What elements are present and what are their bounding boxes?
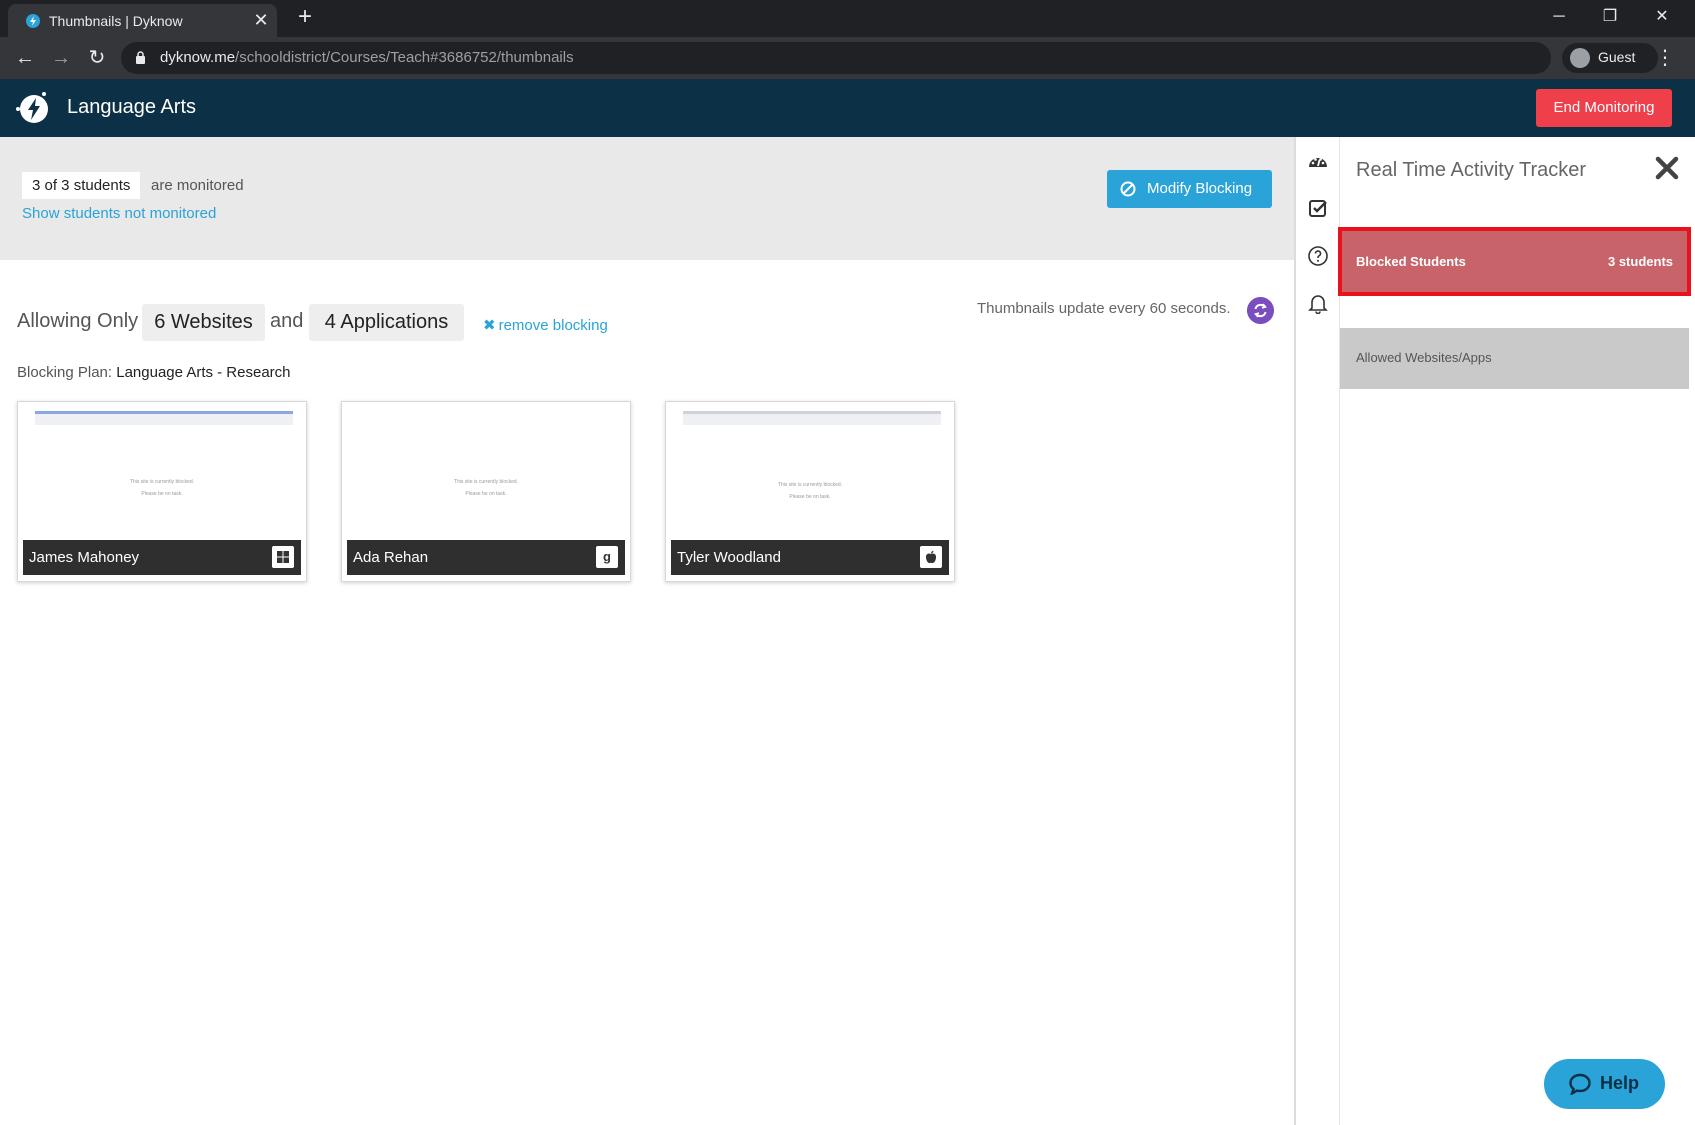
thumbnail-mini-browser — [683, 411, 941, 425]
refresh-icon[interactable] — [1247, 297, 1274, 324]
activity-tracker-panel: Real Time Activity Tracker Blocked Stude… — [1338, 137, 1695, 1125]
new-tab-icon[interactable]: + — [293, 5, 317, 30]
browser-tabstrip: Thumbnails | Dyknow ✕ + ─ ❐ ✕ — [0, 0, 1695, 37]
remove-blocking-link[interactable]: ✖ remove blocking — [483, 316, 608, 334]
blocking-plan: Blocking Plan: Language Arts - Research — [17, 364, 291, 381]
address-bar[interactable]: dyknow.me/schooldistrict/Courses/Teach#3… — [121, 42, 1551, 74]
student-name: James Mahoney — [29, 549, 140, 566]
thumbnail-task-text: Please be on task. — [141, 491, 183, 497]
restore-icon[interactable]: ❐ — [1586, 2, 1634, 32]
thumbnail-blocked-text: This site is currently blocked. — [129, 479, 195, 485]
apple-icon — [920, 546, 942, 568]
thumbnail-screen: This site is currently blocked. Please b… — [671, 407, 949, 540]
blocked-students-label: Blocked Students — [1356, 254, 1466, 269]
url-host: dyknow.me — [160, 49, 236, 66]
forward-icon[interactable]: → — [48, 45, 74, 71]
help-question-icon[interactable] — [1307, 245, 1329, 267]
url-path: /schooldistrict/Courses/Teach#3686752/th… — [235, 49, 574, 66]
thumbnail-blocked-text: This site is currently blocked. — [453, 479, 519, 485]
profile-name: Guest — [1598, 49, 1636, 65]
monitored-count-badge: 3 of 3 students — [22, 172, 141, 199]
remove-x-icon: ✖ — [483, 317, 496, 334]
bell-icon[interactable] — [1307, 292, 1329, 314]
help-button[interactable]: Help — [1544, 1059, 1665, 1109]
blocking-plan-name: Language Arts - Research — [116, 364, 291, 381]
lock-icon — [136, 51, 145, 64]
allowing-only-label: Allowing Only — [17, 310, 139, 332]
student-name: Ada Rehan — [353, 549, 429, 566]
thumbnail-mini-browser — [35, 411, 293, 425]
tab-close-icon[interactable]: ✕ — [251, 10, 271, 30]
thumbnail-update-text: Thumbnails update every 60 seconds. — [977, 300, 1231, 317]
websites-pill[interactable]: 6 Websites — [142, 304, 265, 341]
remove-blocking-label: remove blocking — [498, 317, 608, 334]
modify-blocking-button[interactable]: Modify Blocking — [1107, 170, 1272, 208]
profile-button[interactable]: Guest — [1562, 43, 1658, 73]
modify-blocking-label: Modify Blocking — [1147, 180, 1253, 197]
close-icon[interactable] — [1654, 155, 1680, 181]
block-icon — [1120, 181, 1136, 197]
panel-title: Real Time Activity Tracker — [1356, 159, 1587, 181]
browser-tab[interactable]: Thumbnails | Dyknow ✕ — [8, 4, 277, 37]
chat-bubble-icon — [1569, 1073, 1591, 1095]
student-thumbnail[interactable]: This site is currently blocked. Please b… — [665, 401, 955, 582]
checkbox-icon[interactable] — [1307, 197, 1329, 219]
thumbnail-name-bar: Tyler Woodland — [671, 540, 949, 575]
blocked-students-count: 3 students — [1607, 254, 1673, 269]
student-name: Tyler Woodland — [677, 549, 781, 566]
monitored-status-text: are monitored — [151, 177, 244, 194]
browser-menu-icon[interactable]: ⋮ — [1655, 45, 1675, 71]
thumbnail-blocked-text: This site is currently blocked. — [777, 482, 843, 488]
student-thumbnail[interactable]: This site is currently blocked. Please b… — [17, 401, 307, 582]
window-close-icon[interactable]: ✕ — [1638, 2, 1686, 32]
thumbnail-name-bar: Ada Rehan g — [347, 540, 625, 575]
show-not-monitored-link[interactable]: Show students not monitored — [22, 205, 216, 222]
tab-title: Thumbnails | Dyknow — [49, 13, 183, 29]
allowed-websites-label: Allowed Websites/Apps — [1356, 350, 1492, 365]
thumbnail-screen: This site is currently blocked. Please b… — [347, 407, 625, 540]
windows-icon — [272, 546, 294, 568]
reload-icon[interactable]: ↻ — [84, 45, 110, 71]
blocking-plan-label: Blocking Plan: — [17, 364, 113, 381]
google-icon: g — [596, 546, 618, 568]
class-title: Language Arts — [67, 96, 196, 118]
panel-icon-rail — [1296, 137, 1340, 1125]
end-monitoring-button[interactable]: End Monitoring — [1536, 89, 1672, 127]
allowed-websites-row[interactable]: Allowed Websites/Apps — [1340, 328, 1689, 389]
and-label: and — [270, 310, 304, 332]
back-icon[interactable]: ← — [12, 45, 38, 71]
dyknow-favicon-icon — [26, 14, 40, 28]
thumbnail-screen: This site is currently blocked. Please b… — [23, 407, 301, 540]
minimize-icon[interactable]: ─ — [1535, 2, 1583, 32]
url-text: dyknow.me/schooldistrict/Courses/Teach#3… — [160, 49, 574, 66]
help-label: Help — [1600, 1073, 1640, 1093]
dashboard-gauge-icon[interactable] — [1307, 151, 1329, 173]
thumbnail-task-text: Please be on task. — [789, 494, 831, 500]
monitoring-status-bar: 3 of 3 students are monitored Show stude… — [0, 137, 1294, 260]
profile-avatar-icon — [1570, 48, 1590, 68]
thumbnail-task-text: Please be on task. — [465, 491, 507, 497]
blocked-students-row[interactable]: Blocked Students 3 students — [1338, 227, 1691, 296]
dyknow-logo-icon — [16, 92, 48, 123]
applications-pill[interactable]: 4 Applications — [309, 304, 464, 341]
thumbnail-name-bar: James Mahoney — [23, 540, 301, 575]
student-thumbnail[interactable]: This site is currently blocked. Please b… — [341, 401, 631, 582]
browser-toolbar: ← → ↻ dyknow.me/schooldistrict/Courses/T… — [0, 37, 1695, 79]
app-header: Language Arts End Monitoring — [0, 79, 1695, 137]
